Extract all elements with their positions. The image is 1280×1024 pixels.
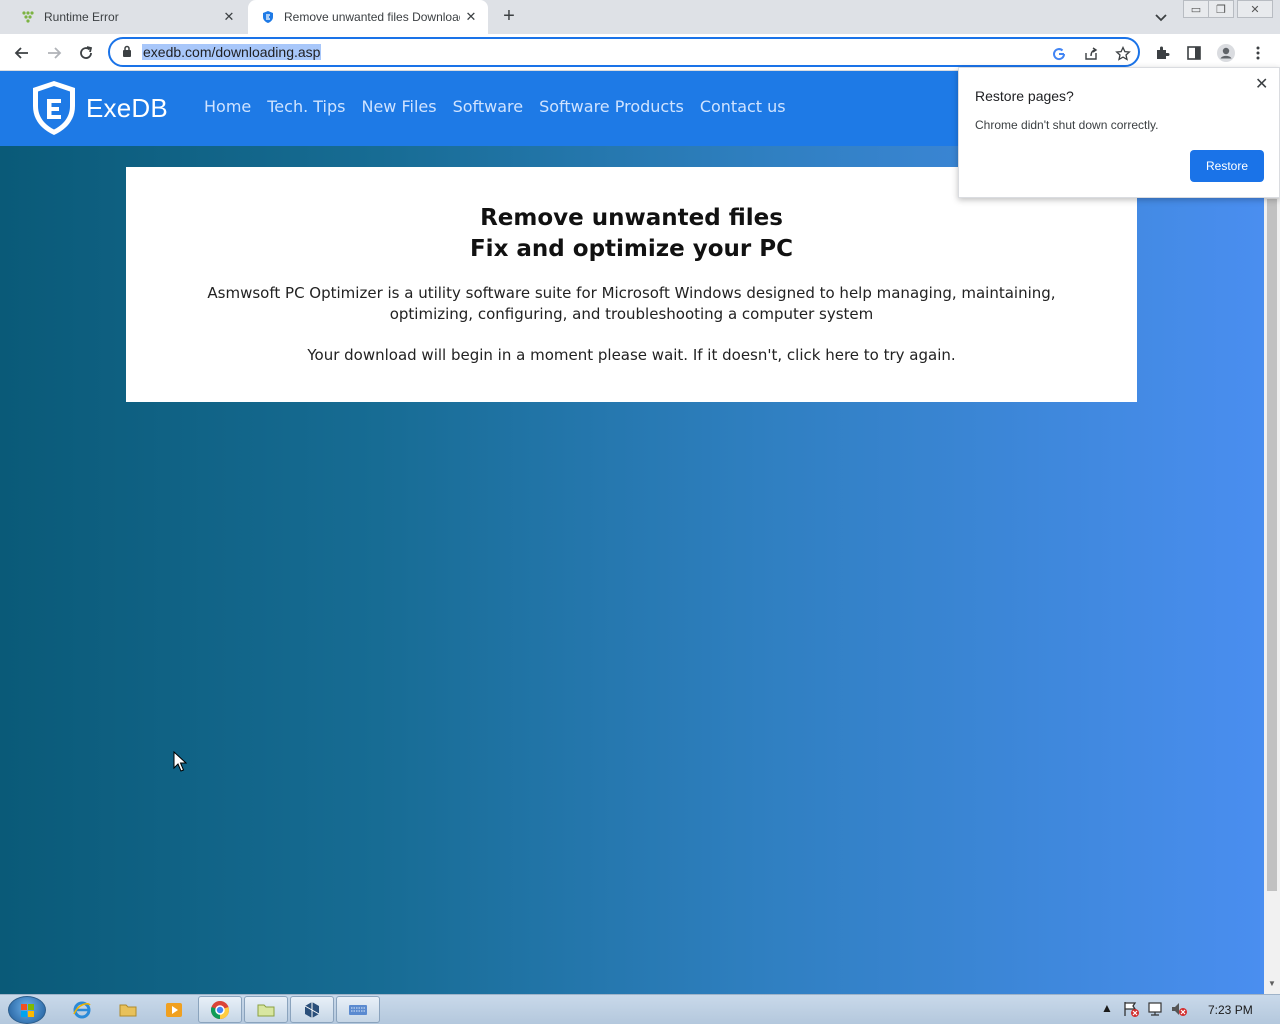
forward-arrow-icon[interactable] — [41, 40, 67, 66]
back-arrow-icon[interactable] — [9, 40, 35, 66]
nav-link-software-products[interactable]: Software Products — [539, 97, 684, 116]
nav-link-new-files[interactable]: New Files — [361, 97, 436, 116]
close-tab-icon[interactable]: ✕ — [218, 6, 240, 28]
minimize-button[interactable]: ▭ — [1183, 0, 1209, 18]
action-center-flag-icon[interactable] — [1122, 1000, 1140, 1021]
virtualbox-taskbar-icon[interactable] — [290, 996, 334, 1023]
heading-line-2: Fix and optimize your PC — [469, 236, 794, 262]
exedb-shield-icon — [260, 9, 276, 25]
show-hidden-icons-arrow[interactable]: ▲ — [1101, 1001, 1113, 1015]
card-heading: Remove unwanted files Fix and optimize y… — [126, 203, 1137, 265]
media-player-taskbar-icon[interactable] — [152, 996, 196, 1023]
reload-icon[interactable] — [73, 40, 99, 66]
close-popup-icon[interactable]: ✕ — [1255, 74, 1268, 94]
tab-remove-unwanted-files[interactable]: Remove unwanted files Download ✕ — [248, 0, 488, 34]
chrome-taskbar-icon[interactable] — [198, 996, 242, 1023]
bookmark-star-icon[interactable] — [1112, 43, 1134, 65]
windows-logo-icon — [21, 1004, 34, 1017]
close-window-button[interactable]: ✕ — [1237, 0, 1273, 18]
mouse-cursor-icon — [173, 750, 188, 778]
scrollbar-thumb[interactable] — [1267, 199, 1277, 891]
url-text[interactable]: exedb.com/downloading.asp — [142, 44, 322, 60]
file-explorer-taskbar-icon[interactable] — [106, 996, 150, 1023]
tab-title: Runtime Error — [44, 10, 119, 24]
nav-link-tech-tips[interactable]: Tech. Tips — [267, 97, 345, 116]
keyboard-taskbar-icon[interactable] — [336, 996, 380, 1023]
volume-muted-icon[interactable] — [1170, 1000, 1188, 1021]
product-description: Asmwsoft PC Optimizer is a utility softw… — [207, 284, 1056, 323]
side-panel-icon[interactable] — [1181, 40, 1207, 66]
restore-pages-popup: Restore pages? ✕ Chrome didn't shut down… — [958, 67, 1280, 198]
network-icon[interactable] — [1146, 1000, 1164, 1021]
nav-link-software[interactable]: Software — [453, 97, 524, 116]
download-card: Remove unwanted files Fix and optimize y… — [126, 167, 1137, 402]
new-tab-button[interactable]: + — [498, 6, 520, 28]
tab-runtime-error[interactable]: Runtime Error ✕ — [8, 0, 246, 34]
site-nav: Home Tech. Tips New Files Software Softw… — [204, 97, 786, 116]
exedb-shield-logo-icon — [33, 81, 75, 135]
download-wait-message[interactable]: Your download will begin in a moment ple… — [126, 345, 1137, 366]
close-tab-icon[interactable]: ✕ — [460, 6, 482, 28]
page-scrollbar[interactable]: ▲ ▼ — [1264, 71, 1280, 994]
logo-text: ExeDB — [86, 92, 168, 123]
tab-search-chevron-icon[interactable] — [1150, 7, 1172, 27]
chrome-menu-icon[interactable] — [1245, 40, 1271, 66]
taskbar-clock[interactable]: 7:23 PM — [1208, 1003, 1253, 1017]
folder-taskbar-icon[interactable] — [244, 996, 288, 1023]
share-icon[interactable] — [1080, 43, 1102, 65]
restore-window-button[interactable]: ❐ — [1208, 0, 1234, 18]
extensions-puzzle-icon[interactable] — [1149, 40, 1175, 66]
start-button[interactable] — [8, 996, 46, 1024]
heading-line-1: Remove unwanted files — [480, 205, 783, 231]
windows-taskbar: ▲ 7:23 PM — [0, 994, 1280, 1024]
nav-link-contact-us[interactable]: Contact us — [700, 97, 786, 116]
restore-button[interactable]: Restore — [1190, 150, 1264, 182]
page-viewport: ExeDB Home Tech. Tips New Files Software… — [0, 71, 1264, 994]
tab-strip: Runtime Error ✕ Remove unwanted files Do… — [0, 0, 1280, 34]
restore-popup-message: Chrome didn't shut down correctly. — [975, 118, 1159, 132]
runtime-error-icon — [20, 9, 36, 25]
tab-title: Remove unwanted files Download — [284, 10, 460, 24]
address-bar[interactable]: exedb.com/downloading.asp — [108, 37, 1140, 67]
nav-link-home[interactable]: Home — [204, 97, 251, 116]
scroll-down-arrow-icon[interactable]: ▼ — [1268, 979, 1276, 988]
site-logo[interactable]: ExeDB — [30, 79, 168, 137]
browser-toolbar: exedb.com/downloading.asp — [0, 34, 1280, 71]
internet-explorer-taskbar-icon[interactable] — [60, 996, 104, 1023]
restore-popup-title: Restore pages? — [975, 88, 1074, 104]
lock-icon[interactable] — [122, 45, 132, 63]
profile-avatar-icon[interactable] — [1213, 40, 1239, 66]
google-lens-icon[interactable] — [1048, 43, 1070, 65]
